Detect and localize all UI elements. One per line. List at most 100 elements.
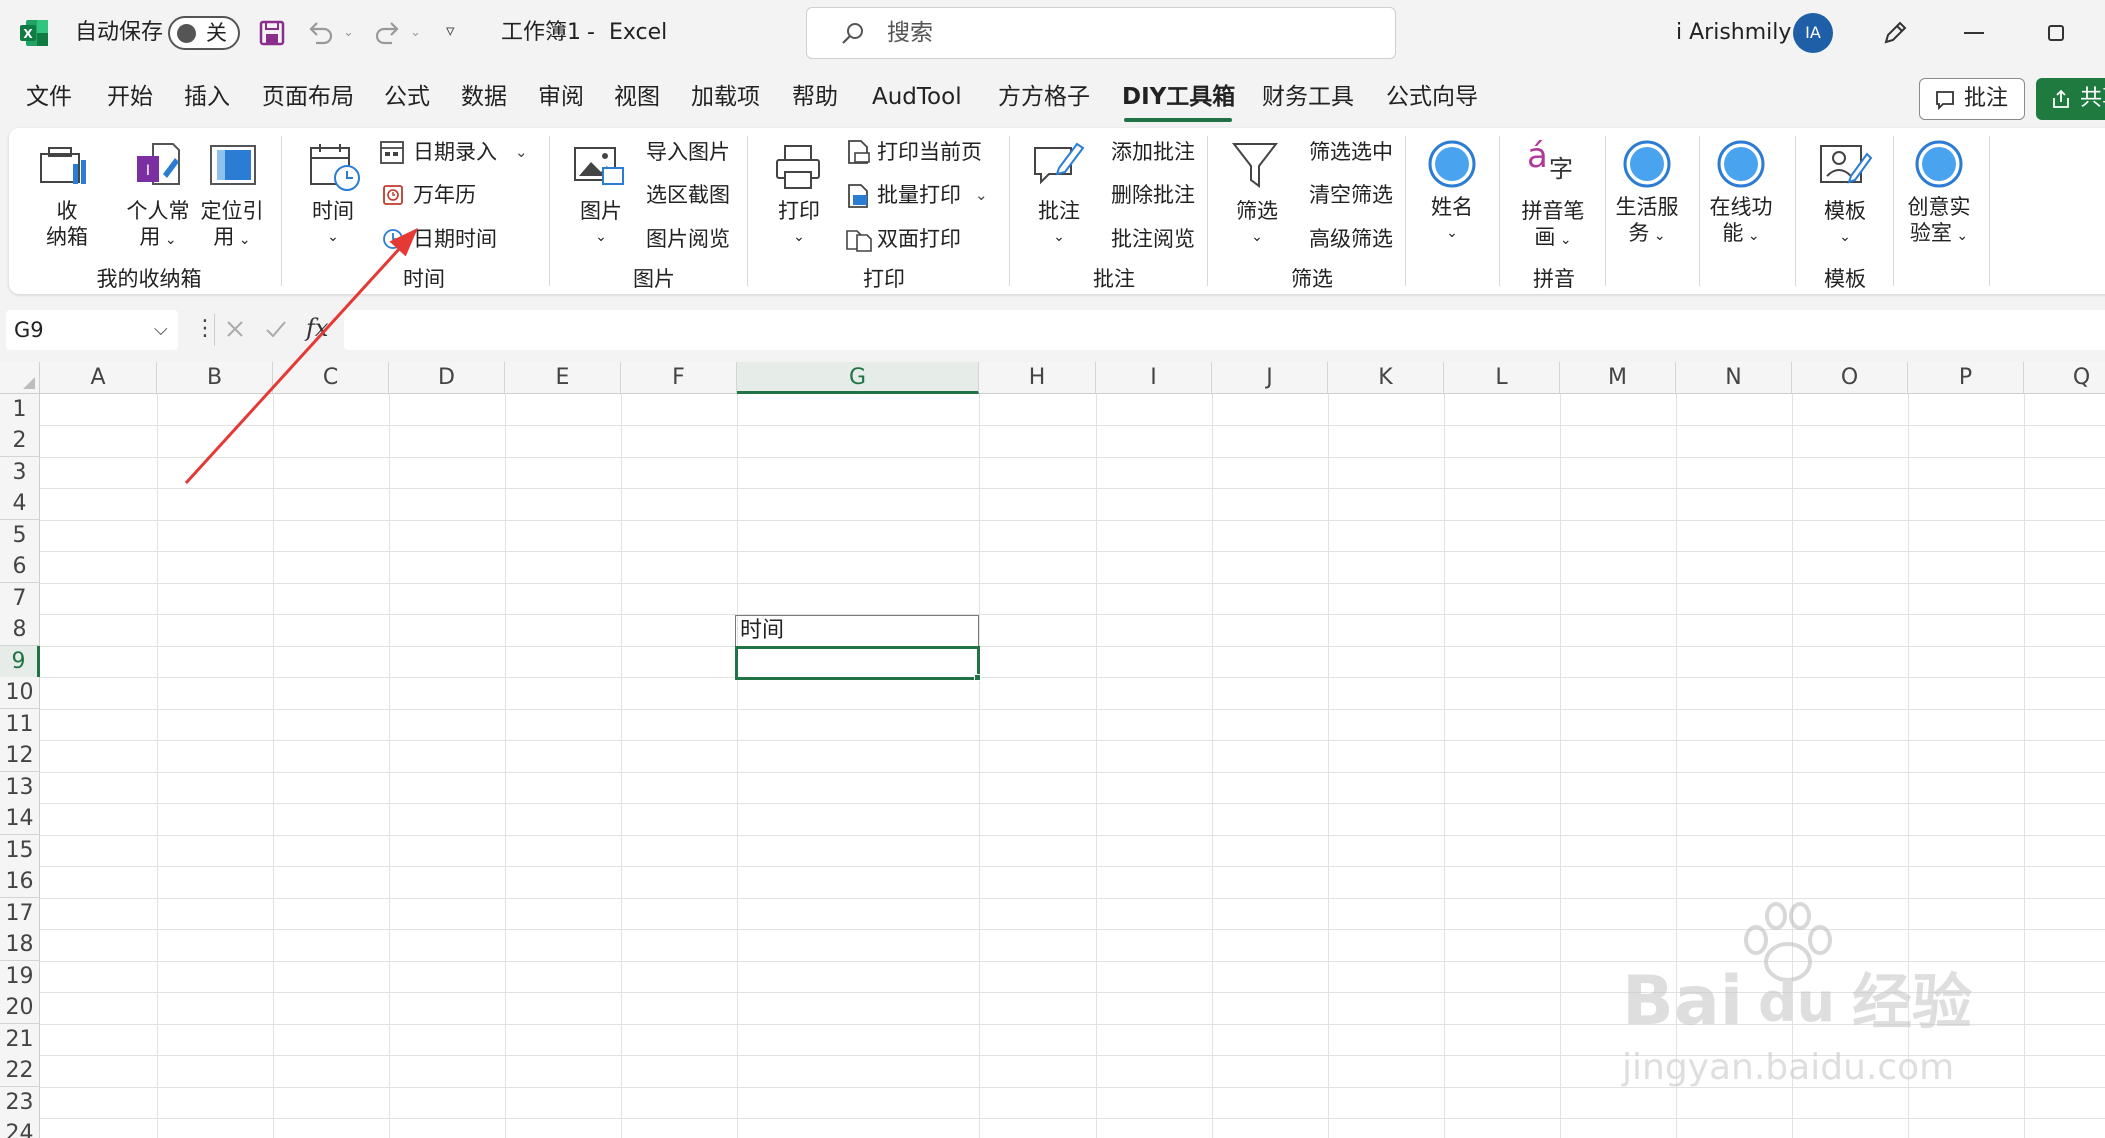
save-icon[interactable] [258,19,286,47]
pen-icon[interactable] [1880,18,1910,48]
redo-icon[interactable] [372,19,402,47]
tab-file[interactable]: 文件 [26,82,72,112]
fill-handle[interactable] [974,674,981,681]
creative-lab-button[interactable]: 创意实 验室 ⌄ [1899,194,1979,249]
column-header-a[interactable]: A [40,362,157,394]
filter-selected-button[interactable]: 筛选选中 [1309,139,1393,165]
duplex-print-button[interactable]: 双面打印 [877,226,961,252]
row-header-15[interactable]: 15 [0,835,40,867]
undo-dropdown-icon[interactable]: ⌄ [343,18,354,48]
column-header-i[interactable]: I [1096,362,1212,394]
row-header-9[interactable]: 9 [0,646,40,678]
cell-g9-selected[interactable] [735,646,980,680]
search-box[interactable]: 搜索 [806,7,1396,59]
autosave-toggle[interactable]: 关 [168,16,240,50]
formula-input[interactable] [344,310,2105,350]
row-header-18[interactable]: 18 [0,929,40,961]
pinyin-stroke-button[interactable]: 拼音笔 画 ⌄ [1513,198,1593,253]
row-header-4[interactable]: 4 [0,488,40,520]
column-header-l[interactable]: L [1444,362,1560,394]
online-functions-button[interactable]: 在线功 能 ⌄ [1701,194,1781,249]
column-header-p[interactable]: P [1908,362,2024,394]
column-header-c[interactable]: C [273,362,389,394]
column-header-g[interactable]: G [737,362,979,394]
restore-icon[interactable] [2048,25,2064,41]
comment-button[interactable]: 批注 ⌄ [1029,198,1089,250]
redo-dropdown-icon[interactable]: ⌄ [410,18,421,48]
import-picture-button[interactable]: 导入图片 [646,139,730,165]
tab-help[interactable]: 帮助 [792,82,838,112]
picture-browse-button[interactable]: 图片阅览 [646,226,730,252]
row-header-24[interactable]: 24 [0,1118,40,1138]
column-header-e[interactable]: E [505,362,621,394]
row-header-1[interactable]: 1 [0,394,40,426]
tab-formula-wizard[interactable]: 公式向导 [1386,82,1478,112]
tab-diy-toolbox[interactable]: DIY工具箱 [1122,82,1235,112]
column-header-j[interactable]: J [1212,362,1328,394]
life-services-button[interactable]: 生活服 务 ⌄ [1607,194,1687,249]
row-header-8[interactable]: 8 [0,614,40,646]
filter-button[interactable]: 筛选 ⌄ [1227,198,1287,250]
row-header-5[interactable]: 5 [0,520,40,552]
minimize-icon[interactable] [1964,32,1984,34]
row-header-23[interactable]: 23 [0,1087,40,1119]
share-button[interactable]: 共享 [2036,78,2105,120]
select-all-corner[interactable] [0,362,40,394]
column-header-h[interactable]: H [979,362,1096,394]
row-header-20[interactable]: 20 [0,992,40,1024]
date-entry-dropdown-icon[interactable]: ⌄ [515,144,528,160]
template-button[interactable]: 模板 ⌄ [1815,198,1875,250]
area-screenshot-button[interactable]: 选区截图 [646,182,730,208]
row-header-7[interactable]: 7 [0,583,40,615]
row-header-14[interactable]: 14 [0,803,40,835]
confirm-icon[interactable] [264,318,288,340]
avatar[interactable]: IA [1793,13,1833,53]
tab-home[interactable]: 开始 [107,82,153,112]
personal-favorites-button[interactable]: 个人常 用 ⌄ [123,198,193,253]
column-header-b[interactable]: B [157,362,273,394]
customize-toolbar-icon[interactable]: ▿ [446,16,455,46]
tab-data[interactable]: 数据 [461,82,507,112]
column-header-o[interactable]: O [1792,362,1908,394]
column-header-m[interactable]: M [1560,362,1676,394]
storage-box-button[interactable]: 收 纳箱 [39,198,95,250]
advanced-filter-button[interactable]: 高级筛选 [1309,226,1393,252]
cancel-icon[interactable] [224,318,246,340]
column-header-k[interactable]: K [1328,362,1444,394]
tab-page-layout[interactable]: 页面布局 [262,82,354,112]
tab-fangfang[interactable]: 方方格子 [998,82,1090,112]
cell-g8[interactable]: 时间 [735,615,979,647]
name-button[interactable]: 姓名 ⌄ [1419,194,1485,246]
time-button[interactable]: 时间 ⌄ [303,198,363,250]
row-header-17[interactable]: 17 [0,898,40,930]
perpetual-calendar-button[interactable]: 万年历 [413,182,476,208]
date-entry-button[interactable]: 日期录入 [413,139,497,165]
tab-addins[interactable]: 加载项 [691,82,760,112]
clear-filter-button[interactable]: 清空筛选 [1309,182,1393,208]
locate-reference-button[interactable]: 定位引 用 ⌄ [197,198,267,253]
insert-function-button[interactable]: fx [306,312,328,344]
name-box[interactable]: G9 ⌵ [6,310,178,350]
tab-finance[interactable]: 财务工具 [1262,82,1354,112]
row-header-22[interactable]: 22 [0,1055,40,1087]
delete-comment-button[interactable]: 删除批注 [1111,182,1195,208]
tab-formulas[interactable]: 公式 [384,82,430,112]
print-current-page-button[interactable]: 打印当前页 [877,139,982,165]
row-header-12[interactable]: 12 [0,740,40,772]
batch-print-button[interactable]: 批量打印 [877,182,961,208]
chevron-down-icon[interactable]: ⌵ [154,316,168,344]
batch-print-dropdown-icon[interactable]: ⌄ [975,187,988,203]
column-header-d[interactable]: D [389,362,505,394]
row-header-16[interactable]: 16 [0,866,40,898]
tab-view[interactable]: 视图 [614,82,660,112]
row-header-13[interactable]: 13 [0,772,40,804]
row-header-10[interactable]: 10 [0,677,40,709]
row-header-3[interactable]: 3 [0,457,40,489]
column-header-f[interactable]: F [621,362,737,394]
tab-review[interactable]: 审阅 [538,82,584,112]
browse-comment-button[interactable]: 批注阅览 [1111,226,1195,252]
column-header-n[interactable]: N [1676,362,1792,394]
add-comment-button[interactable]: 添加批注 [1111,139,1195,165]
tab-insert[interactable]: 插入 [184,82,230,112]
row-header-6[interactable]: 6 [0,551,40,583]
